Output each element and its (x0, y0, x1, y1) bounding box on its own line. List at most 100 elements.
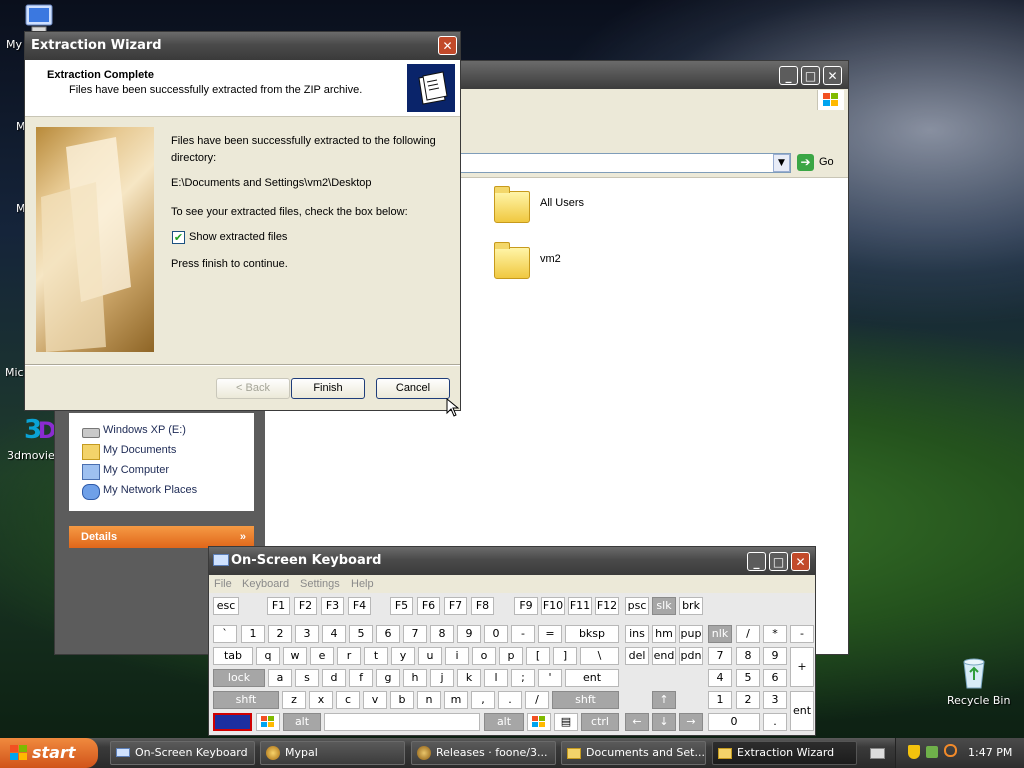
key-row3-1[interactable]: a (268, 669, 292, 687)
key-row3-15[interactable]: 6 (763, 669, 787, 687)
key-f2[interactable]: F2 (294, 597, 317, 615)
keyboard-tray-icon[interactable] (870, 748, 885, 759)
key-bksp[interactable]: bksp (565, 625, 619, 643)
key-pup[interactable]: pup (679, 625, 703, 643)
key-f1[interactable]: F1 (267, 597, 290, 615)
key-f7[interactable]: F7 (444, 597, 467, 615)
other-place-windows-xp[interactable]: Windows XP (E:) (103, 424, 186, 436)
key-row4-12[interactable]: 1 (708, 691, 732, 709)
go-button-label[interactable]: Go (819, 156, 834, 168)
details-bar[interactable]: Details » (69, 526, 254, 548)
left-arrow-icon[interactable]: ← (625, 713, 649, 731)
folder-all-users-label[interactable]: All Users (540, 197, 584, 209)
key-backslash[interactable]: \ (580, 647, 619, 665)
key-slk[interactable]: slk (652, 597, 676, 615)
menu-key-icon[interactable]: ▤ (554, 713, 578, 731)
key-row2-2[interactable]: w (283, 647, 307, 665)
key-row3-9[interactable]: l (484, 669, 508, 687)
key-f8[interactable]: F8 (471, 597, 494, 615)
key-f11[interactable]: F11 (568, 597, 592, 615)
key-row2-17[interactable]: 7 (708, 647, 732, 665)
key-numpad-plus[interactable]: + (790, 647, 814, 687)
go-arrow-icon[interactable]: ➔ (797, 154, 814, 171)
taskbar-item-on-screen-keyboard[interactable]: On-Screen Keyboard (110, 741, 255, 765)
right-arrow-icon[interactable]: → (679, 713, 703, 731)
key-row2-6[interactable]: y (391, 647, 415, 665)
key-f12[interactable]: F12 (595, 597, 619, 615)
key-numpad-0[interactable]: 0 (708, 713, 760, 731)
key-row4-6[interactable]: n (417, 691, 441, 709)
key-esc[interactable]: esc (213, 597, 239, 615)
address-dropdown-button[interactable]: ▼ (773, 154, 790, 172)
key-nlk[interactable]: nlk (708, 625, 732, 643)
key-row4-7[interactable]: m (444, 691, 468, 709)
other-place-my-documents[interactable]: My Documents (103, 444, 176, 456)
finish-button[interactable]: Finish (291, 378, 365, 399)
key-right-ctrl[interactable]: ctrl (581, 713, 619, 731)
key-numpad-enter[interactable]: ent (790, 691, 814, 731)
show-extracted-files-checkbox[interactable]: ✔ (172, 231, 185, 244)
key-psc[interactable]: psc (625, 597, 649, 615)
key-end[interactable]: end (652, 647, 676, 665)
key-row2-4[interactable]: r (337, 647, 361, 665)
taskbar-item-releases[interactable]: Releases · foone/3... (411, 741, 556, 765)
down-arrow-icon[interactable]: ↓ (652, 713, 676, 731)
key-row3-10[interactable]: ; (511, 669, 535, 687)
key-row3-3[interactable]: d (322, 669, 346, 687)
cancel-button[interactable]: Cancel (376, 378, 450, 399)
key-row2-18[interactable]: 8 (736, 647, 760, 665)
search-icon[interactable] (944, 744, 957, 757)
windows-key-icon[interactable] (256, 713, 280, 731)
key-f5[interactable]: F5 (390, 597, 413, 615)
wizard-close-button[interactable]: ✕ (438, 36, 457, 55)
key-f6[interactable]: F6 (417, 597, 440, 615)
taskbar-item-mypal[interactable]: Mypal (260, 741, 405, 765)
key-row1-6[interactable]: 6 (376, 625, 400, 643)
recycle-bin-desktop-icon[interactable] (958, 656, 990, 690)
key-ins[interactable]: ins (625, 625, 649, 643)
key-row1-20[interactable]: - (790, 625, 814, 643)
other-place-my-network-places[interactable]: My Network Places (103, 484, 197, 496)
key-brk[interactable]: brk (679, 597, 703, 615)
key-row4-13[interactable]: 2 (736, 691, 760, 709)
key-tab[interactable]: tab (213, 647, 253, 665)
key-right-shift[interactable]: shft (552, 691, 619, 709)
key-row4-2[interactable]: x (309, 691, 333, 709)
key-row1-18[interactable]: / (736, 625, 760, 643)
key-row3-8[interactable]: k (457, 669, 481, 687)
key-f3[interactable]: F3 (321, 597, 344, 615)
key-row1-5[interactable]: 5 (349, 625, 373, 643)
key-row1-10[interactable]: 0 (484, 625, 508, 643)
key-row1-2[interactable]: 2 (268, 625, 292, 643)
key-pdn[interactable]: pdn (679, 647, 703, 665)
show-extracted-files-label[interactable]: Show extracted files (189, 231, 287, 243)
key-row3-5[interactable]: g (376, 669, 400, 687)
key-hm[interactable]: hm (652, 625, 676, 643)
key-row2-12[interactable]: ] (553, 647, 577, 665)
key-f4[interactable]: F4 (348, 597, 371, 615)
key-row4-4[interactable]: v (363, 691, 387, 709)
taskbar-item-documents-and-settings[interactable]: Documents and Set... (561, 741, 706, 765)
network-tray-icon[interactable] (926, 746, 938, 758)
key-row4-5[interactable]: b (390, 691, 414, 709)
key-row2-10[interactable]: p (499, 647, 523, 665)
key-row2-3[interactable]: e (310, 647, 334, 665)
key-del[interactable]: del (625, 647, 649, 665)
key-row2-5[interactable]: t (364, 647, 388, 665)
key-caps-lock[interactable]: lock (213, 669, 265, 687)
key-f9[interactable]: F9 (514, 597, 538, 615)
key-row1-12[interactable]: = (538, 625, 562, 643)
explorer-close-button[interactable]: ✕ (823, 66, 842, 85)
key-row3-11[interactable]: ' (538, 669, 562, 687)
key-row2-11[interactable]: [ (526, 647, 550, 665)
key-row3-6[interactable]: h (403, 669, 427, 687)
key-row2-8[interactable]: i (445, 647, 469, 665)
key-row4-14[interactable]: 3 (763, 691, 787, 709)
up-arrow-icon[interactable]: ↑ (652, 691, 676, 709)
key-row4-3[interactable]: c (336, 691, 360, 709)
key-row1-4[interactable]: 4 (322, 625, 346, 643)
key-row2-19[interactable]: 9 (763, 647, 787, 665)
3dmovie-desktop-icon[interactable]: 3 D (22, 412, 56, 446)
key-row4-10[interactable]: / (525, 691, 549, 709)
key-left-ctrl[interactable]: ctrl (213, 713, 252, 731)
